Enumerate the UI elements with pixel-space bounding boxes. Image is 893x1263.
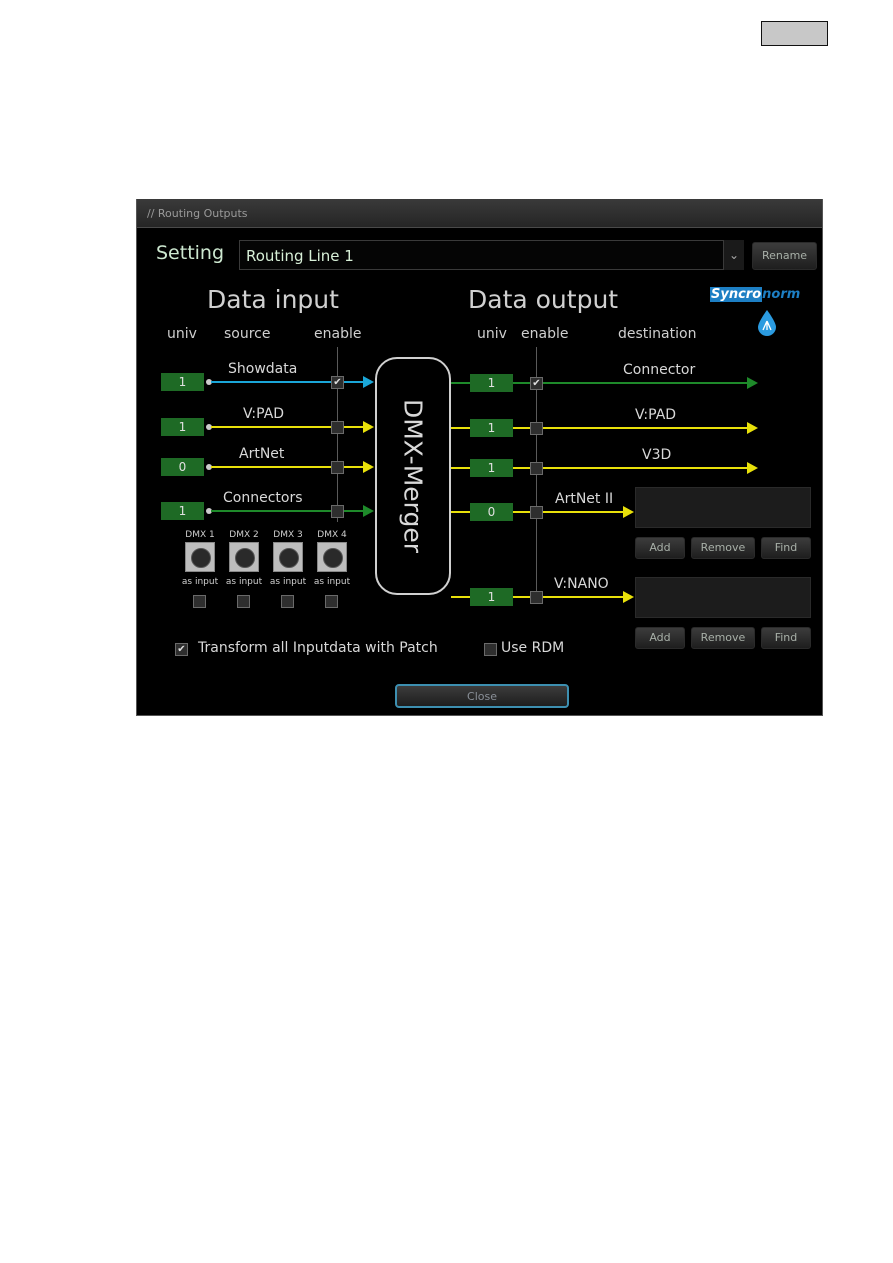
input-enable-checkbox[interactable] (331, 505, 344, 518)
input-source-label: Connectors (223, 490, 303, 506)
output-univ-field[interactable]: 1 (470, 459, 513, 477)
xlr-connector-icon (317, 542, 347, 572)
input-enable-bus (337, 347, 338, 522)
output-enable-checkbox[interactable] (530, 422, 543, 435)
output-destination-label: V:NANO (554, 576, 609, 592)
input-enable-checkbox[interactable]: ✔ (331, 376, 344, 389)
page-number-box (761, 21, 828, 46)
as-input-label: as input (181, 577, 219, 587)
artnet-add-button[interactable]: Add (635, 537, 685, 559)
output-destination-label: ArtNet II (555, 491, 614, 507)
logo-text-1: Syncro (710, 287, 763, 302)
close-button[interactable]: Close (395, 684, 569, 708)
vnano-add-button[interactable]: Add (635, 627, 685, 649)
dmx-merger-label: DMX-Merger (398, 398, 428, 554)
arrow-right-icon (747, 422, 758, 434)
window-title: // Routing Outputs (147, 207, 248, 220)
setting-label: Setting (156, 242, 225, 264)
chevron-down-icon[interactable]: ⌄ (723, 240, 744, 270)
output-destination-label: V:PAD (635, 407, 677, 423)
output-univ-field[interactable]: 1 (470, 588, 513, 606)
setting-value: Routing Line 1 (246, 247, 354, 265)
output-univ-header: univ (477, 326, 507, 342)
input-univ-field[interactable]: 1 (161, 373, 204, 391)
transform-checkbox[interactable]: ✔ (175, 643, 188, 656)
as-input-label: as input (313, 577, 351, 587)
use-rdm-label: Use RDM (501, 640, 565, 656)
output-univ-field[interactable]: 0 (470, 503, 513, 521)
dmx-merger-block: DMX-Merger (375, 357, 451, 595)
input-enable-header: enable (314, 326, 362, 342)
dmx-port-label: DMX 1 (185, 530, 215, 540)
input-univ-field[interactable]: 1 (161, 418, 204, 436)
vnano-remove-button[interactable]: Remove (691, 627, 755, 649)
arrow-right-icon (747, 377, 758, 389)
arrow-right-icon (363, 421, 374, 433)
transform-label: Transform all Inputdata with Patch (198, 640, 438, 656)
rename-button[interactable]: Rename (752, 242, 817, 270)
xlr-connector-icon (229, 542, 259, 572)
artnet-destination-list[interactable] (635, 487, 811, 528)
arrow-right-icon (363, 461, 374, 473)
input-source-label: Showdata (228, 361, 298, 377)
xlr-connector-icon (185, 542, 215, 572)
output-enable-checkbox[interactable] (530, 506, 543, 519)
arrow-right-icon (363, 505, 374, 517)
arrow-right-icon (623, 506, 634, 518)
output-univ-field[interactable]: 1 (470, 419, 513, 437)
dmx-port-label: DMX 2 (229, 530, 259, 540)
droplet-logo-icon (758, 310, 776, 336)
title-bar: // Routing Outputs (137, 199, 822, 228)
output-enable-checkbox[interactable] (530, 591, 543, 604)
output-enable-checkbox[interactable] (530, 462, 543, 475)
routing-outputs-window: // Routing Outputs Setting Routing Line … (136, 199, 823, 716)
artnet-find-button[interactable]: Find (761, 537, 811, 559)
output-enable-checkbox[interactable]: ✔ (530, 377, 543, 390)
vnano-destination-list[interactable] (635, 577, 811, 618)
input-univ-header: univ (167, 326, 197, 342)
setting-select[interactable]: Routing Line 1 (239, 240, 744, 270)
input-source-header: source (224, 326, 271, 342)
output-univ-field[interactable]: 1 (470, 374, 513, 392)
data-input-heading: Data input (207, 285, 339, 314)
dmx-as-input-checkbox[interactable] (237, 595, 250, 608)
data-output-heading: Data output (468, 285, 619, 314)
output-enable-header: enable (521, 326, 569, 342)
arrow-right-icon (623, 591, 634, 603)
vnano-find-button[interactable]: Find (761, 627, 811, 649)
input-source-label: ArtNet (239, 446, 285, 462)
logo-text-2: norm (762, 287, 801, 302)
dmx-as-input-checkbox[interactable] (281, 595, 294, 608)
output-destination-header: destination (618, 326, 697, 342)
dmx-port-label: DMX 3 (273, 530, 303, 540)
as-input-label: as input (225, 577, 263, 587)
as-input-label: as input (269, 577, 307, 587)
dmx-as-input-checkbox[interactable] (325, 595, 338, 608)
artnet-remove-button[interactable]: Remove (691, 537, 755, 559)
dmx-as-input-checkbox[interactable] (193, 595, 206, 608)
use-rdm-checkbox[interactable] (484, 643, 497, 656)
syncronorm-logo: Syncronorm (710, 287, 800, 302)
dmx-port-label: DMX 4 (317, 530, 347, 540)
output-destination-label: V3D (642, 447, 672, 463)
xlr-connector-icon (273, 542, 303, 572)
input-enable-checkbox[interactable] (331, 421, 344, 434)
input-univ-field[interactable]: 0 (161, 458, 204, 476)
arrow-right-icon (747, 462, 758, 474)
arrow-right-icon (363, 376, 374, 388)
input-enable-checkbox[interactable] (331, 461, 344, 474)
input-univ-field[interactable]: 1 (161, 502, 204, 520)
output-destination-label: Connector (623, 362, 696, 378)
input-source-label: V:PAD (243, 406, 285, 422)
